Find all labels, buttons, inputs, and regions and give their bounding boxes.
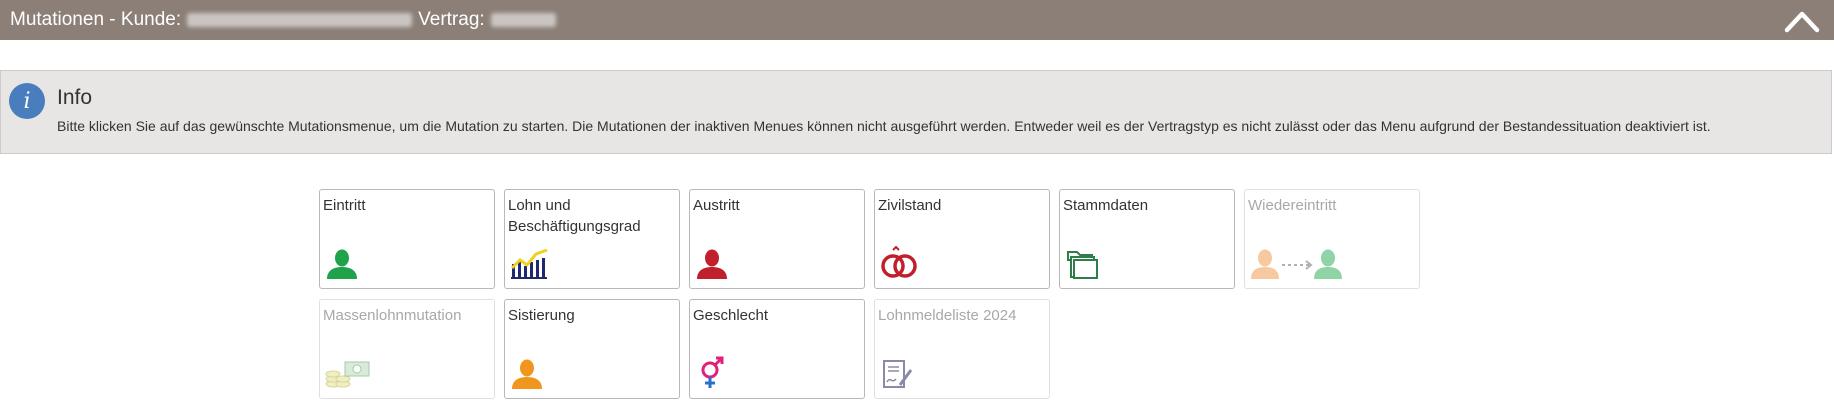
person-icon — [327, 249, 357, 279]
tile-label: Lohn und Beschäftigungsgrad — [508, 197, 641, 235]
tile-label: Lohnmeldeliste 2024 — [878, 307, 1017, 324]
tile-zivilstand[interactable]: Zivilstand — [874, 189, 1050, 289]
tile-eintritt[interactable]: Eintritt — [319, 189, 495, 289]
folder-icon — [1067, 251, 1098, 279]
tile-massenlohnmutation: Massenlohnmutation — [319, 299, 495, 399]
info-icon: i — [9, 83, 45, 119]
tile-label: Zivilstand — [878, 197, 942, 214]
salary-chart-icon — [510, 248, 548, 279]
gender-icon — [701, 356, 724, 388]
tile-wiedereintritt: Wiedereintritt — [1244, 189, 1420, 289]
tile-label: Sistierung — [508, 307, 575, 324]
info-title: Info — [57, 86, 93, 109]
person-icon — [697, 249, 727, 279]
contract-number-redacted — [490, 13, 556, 27]
rings-icon — [881, 246, 917, 278]
chevron-up-icon[interactable] — [1784, 6, 1820, 34]
tile-geschlecht[interactable]: Geschlecht — [689, 299, 865, 399]
tile-label: Eintritt — [323, 197, 366, 214]
tile-stammdaten[interactable]: Stammdaten — [1059, 189, 1235, 289]
info-text: Bitte klicken Sie auf das gewünschte Mut… — [57, 118, 1711, 134]
info-panel: i Info Bitte klicken Sie auf das gewünsc… — [0, 70, 1832, 154]
tile-label: Stammdaten — [1063, 195, 1233, 216]
tile-label: Massenlohnmutation — [323, 307, 462, 324]
mutationen-header: Mutationen - Kunde: Vertrag: — [0, 0, 1834, 40]
tile-austritt[interactable]: Austritt — [689, 189, 865, 289]
tile-lohn-und-beschaeftigungsgrad[interactable]: Lohn und Beschäftigungsgrad — [504, 189, 680, 289]
header-vertrag-label: Vertrag: — [418, 9, 485, 30]
header-title-prefix: Mutationen - Kunde: — [10, 9, 182, 30]
tile-sistierung[interactable]: Sistierung — [504, 299, 680, 399]
tile-label: Wiedereintritt — [1248, 197, 1337, 214]
document-signature-icon — [883, 360, 913, 388]
re-entry-icon — [1251, 249, 1342, 279]
tile-lohnmeldeliste: Lohnmeldeliste 2024 — [874, 299, 1050, 399]
person-icon — [512, 359, 542, 389]
customer-name-redacted — [187, 13, 413, 27]
money-icon — [325, 361, 370, 388]
tile-label: Geschlecht — [693, 307, 769, 324]
tile-label: Austritt — [693, 197, 740, 214]
tile-label-highlight: Stammdaten — [1063, 197, 1149, 214]
